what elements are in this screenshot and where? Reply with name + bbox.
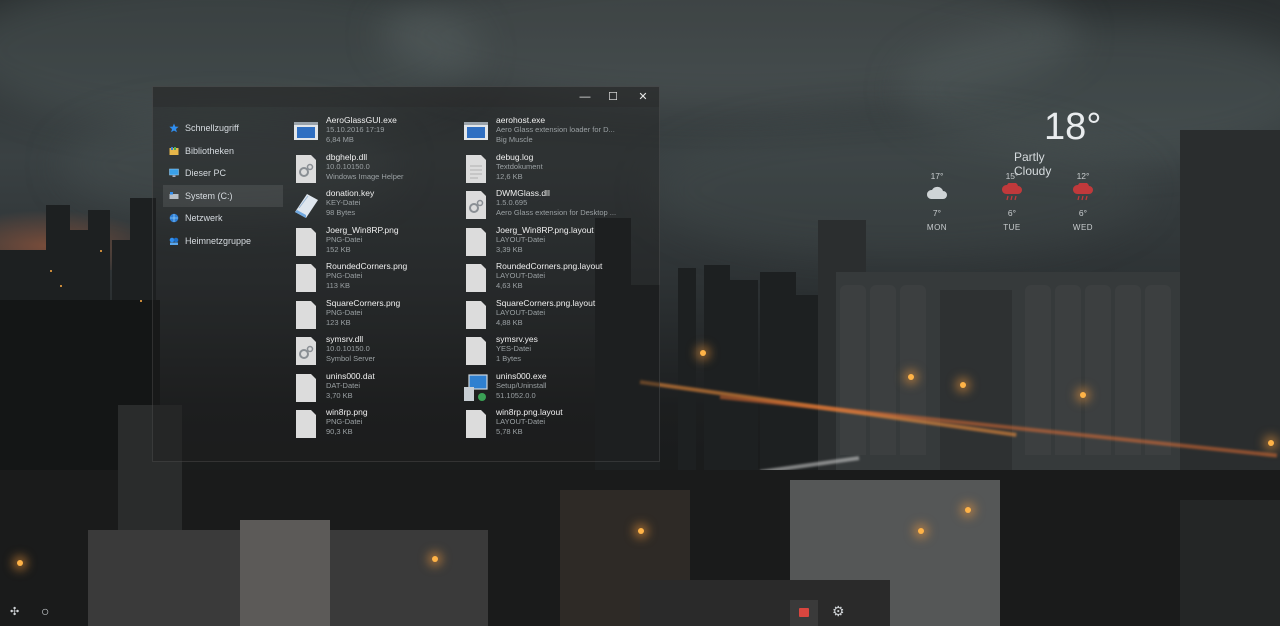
computer-icon — [169, 169, 179, 178]
png-document-icon — [296, 300, 316, 329]
file-item[interactable]: donation.key KEY-Datei 98 Bytes — [293, 188, 463, 225]
forecast-high: 17° — [930, 171, 944, 181]
layout-document-icon — [466, 264, 486, 292]
forecast-day-label: TUE — [1003, 223, 1021, 232]
nav-item-label: Schnellzugriff — [185, 123, 239, 134]
forecast-day: 12° 6° WED — [1063, 171, 1103, 232]
rain-cloud-icon — [1001, 183, 1022, 201]
title-bar[interactable]: — ☐ ✕ — [153, 87, 659, 107]
file-item[interactable]: Joerg_Win8RP.png PNG-Datei 152 KB — [293, 225, 463, 262]
current-temperature: 18° — [1044, 106, 1102, 148]
file-item[interactable]: aerohost.exe Aero Glass extension loader… — [463, 115, 633, 152]
forecast-day-label: WED — [1072, 223, 1094, 232]
file-item[interactable]: symsrv.yes YES-Datei 1 Bytes — [463, 334, 633, 371]
forecast-high: 15° — [1005, 171, 1019, 181]
file-item[interactable]: dbghelp.dll 10.0.10150.0 Windows Image H… — [293, 152, 463, 189]
file-item[interactable]: AeroGlassGUI.exe 15.10.2016 17:19 6,84 M… — [293, 115, 463, 152]
forecast-low: 6° — [1078, 208, 1088, 218]
star-icon — [169, 123, 179, 133]
nav-item-homegroup[interactable]: Heimnetzgruppe — [167, 230, 279, 253]
text-document-icon — [466, 154, 486, 183]
png-document-icon — [296, 410, 316, 438]
yes-document-icon — [466, 337, 486, 365]
forecast-low: 6° — [1007, 208, 1017, 218]
layout-document-icon — [466, 410, 486, 438]
layout-document-icon — [466, 227, 486, 256]
file-item[interactable]: unins000.exe Setup/Uninstall 51.1052.0.0 — [463, 371, 633, 408]
forecast-high: 12° — [1076, 171, 1090, 181]
png-document-icon — [296, 264, 316, 292]
maximize-button[interactable]: ☐ — [599, 87, 627, 107]
exe-window-icon — [464, 122, 488, 140]
file-item[interactable]: Joerg_Win8RP.png.layout LAYOUT-Datei 3,3… — [463, 225, 633, 262]
dll-gear-icon — [296, 154, 316, 183]
exe-window-icon — [294, 122, 318, 140]
library-icon — [169, 146, 179, 155]
nav-item-label: System (C:) — [185, 190, 233, 201]
drive-icon — [169, 191, 179, 199]
key-file-icon — [295, 194, 318, 218]
file-item[interactable]: win8rp.png.layout LAYOUT-Datei 5,78 KB — [463, 407, 633, 444]
setup-computer-icon — [464, 373, 488, 401]
app-icon — [799, 608, 809, 617]
file-item[interactable]: unins000.dat DAT-Datei 3,70 KB — [293, 371, 463, 408]
file-item[interactable]: SquareCorners.png.layout LAYOUT-Datei 4,… — [463, 298, 633, 335]
network-icon — [169, 213, 179, 223]
dat-document-icon — [296, 373, 316, 402]
dll-gear-icon — [296, 337, 316, 365]
nav-item-this-pc[interactable]: Dieser PC — [167, 162, 279, 185]
nav-item-label: Bibliotheken — [185, 145, 235, 156]
navigation-pane: Schnellzugriff Bibliotheken Dieser PC Sy… — [163, 117, 283, 253]
file-explorer-window[interactable]: — ☐ ✕ Schnellzugriff Bibliotheken Dieser… — [152, 86, 660, 462]
homegroup-icon — [169, 237, 179, 245]
file-item[interactable]: RoundedCorners.png PNG-Datei 113 KB — [293, 261, 463, 298]
file-item[interactable]: symsrv.dll 10.0.10150.0 Symbol Server — [293, 334, 463, 371]
dll-gear-icon — [466, 191, 486, 219]
nav-item-network[interactable]: Netzwerk — [167, 207, 279, 230]
png-document-icon — [296, 227, 316, 256]
close-button[interactable]: ✕ — [629, 87, 657, 107]
search-button[interactable]: ○ — [41, 604, 49, 618]
file-item[interactable]: DWMGlass.dll 1.5.0.695 Aero Glass extens… — [463, 188, 633, 225]
layout-document-icon — [466, 300, 486, 329]
minimize-button[interactable]: — — [571, 87, 599, 107]
forecast-day-label: MON — [926, 223, 948, 232]
nav-item-label: Netzwerk — [185, 213, 223, 224]
forecast-day: 15° 6° TUE — [992, 171, 1032, 232]
forecast-day: 17° 7° MON — [917, 171, 957, 232]
settings-button[interactable]: ⚙ — [832, 604, 845, 618]
cloud-icon — [926, 186, 947, 199]
taskbar-app-button[interactable] — [790, 600, 818, 626]
nav-item-quick-access[interactable]: Schnellzugriff — [167, 117, 279, 140]
start-button[interactable]: ✣ — [10, 605, 19, 619]
nav-item-libraries[interactable]: Bibliotheken — [167, 140, 279, 163]
nav-item-label: Dieser PC — [185, 168, 227, 179]
file-item[interactable]: debug.log Textdokument 12,6 KB — [463, 152, 633, 189]
nav-item-system-drive[interactable]: System (C:) — [163, 184, 283, 207]
rain-cloud-icon — [1072, 183, 1093, 201]
file-item[interactable]: win8rp.png PNG-Datei 90,3 KB — [293, 407, 463, 444]
file-item[interactable]: SquareCorners.png PNG-Datei 123 KB — [293, 298, 463, 335]
forecast-low: 7° — [932, 208, 942, 218]
file-item[interactable]: RoundedCorners.png.layout LAYOUT-Datei 4… — [463, 261, 633, 298]
nav-item-label: Heimnetzgruppe — [185, 235, 252, 246]
